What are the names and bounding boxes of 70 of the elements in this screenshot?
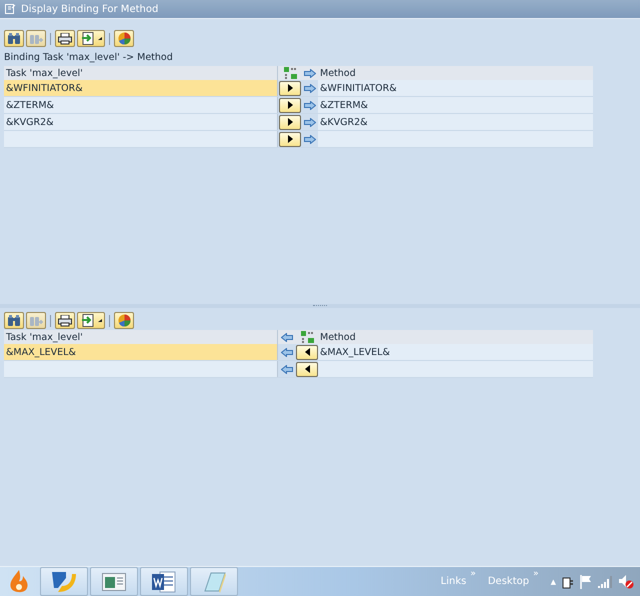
right-arrow-icon <box>304 118 316 126</box>
curved-arrow-icon <box>50 570 78 594</box>
binoculars-icon <box>7 32 21 45</box>
caret-icon <box>98 319 102 322</box>
transfer-button[interactable] <box>296 344 318 360</box>
right-arrow-icon <box>304 100 316 110</box>
taskbar-app-button[interactable] <box>40 567 88 596</box>
print-button[interactable] <box>55 30 75 47</box>
table-cell: &WFINITIATOR& <box>4 80 278 96</box>
printer-icon <box>58 32 72 44</box>
export-dropdown-button[interactable] <box>77 30 105 47</box>
flame-icon <box>9 570 29 594</box>
table-cell: &KVGR2& <box>318 114 593 130</box>
taskbar-app-button[interactable] <box>90 567 138 596</box>
signal-icon <box>598 576 612 588</box>
binding-caption: Binding Task 'max_level' -> Method <box>4 51 174 65</box>
right-arrow-icon <box>304 68 316 78</box>
table-cell: &ZTERM& <box>318 97 593 113</box>
transfer-button[interactable] <box>279 98 301 112</box>
print-button[interactable] <box>55 312 75 329</box>
transfer-button[interactable] <box>296 362 318 376</box>
chart-button[interactable] <box>114 30 134 47</box>
window-preview-icon <box>102 572 126 590</box>
right-arrow-icon <box>304 84 316 92</box>
transfer-button[interactable] <box>279 132 301 146</box>
play-icon <box>288 135 292 143</box>
find-button[interactable] <box>4 30 24 47</box>
column-header: Method <box>319 330 357 344</box>
table-cell: &WFINITIATOR& <box>318 80 593 96</box>
table-cell: &MAX_LEVEL& <box>318 344 593 360</box>
pie-chart-icon <box>118 32 130 45</box>
play-icon <box>288 84 292 92</box>
export-icon <box>80 314 94 327</box>
play-icon <box>288 101 292 109</box>
find-next-button[interactable] <box>26 312 46 329</box>
find-next-button[interactable] <box>26 30 46 47</box>
table-cell: &ZTERM& <box>4 97 278 113</box>
find-button[interactable] <box>4 312 24 329</box>
table-cell: &MAX_LEVEL& <box>4 344 278 360</box>
binoculars-icon <box>7 314 21 327</box>
play-icon <box>288 118 292 126</box>
document-icon <box>152 570 176 592</box>
toolbar-label[interactable]: Links <box>440 576 466 587</box>
export-icon <box>80 32 94 45</box>
printer-icon <box>58 314 72 326</box>
window-icon <box>5 4 16 14</box>
column-header: Method <box>319 66 357 80</box>
transfer-button[interactable] <box>279 80 301 96</box>
back-icon <box>304 365 310 373</box>
power-plug-icon <box>562 574 574 588</box>
grid-icon <box>284 67 296 79</box>
left-arrow-icon <box>281 348 293 356</box>
flag-icon <box>580 574 592 588</box>
left-arrow-icon <box>281 364 293 374</box>
table-cell: &KVGR2& <box>4 114 278 130</box>
muted-speaker-icon <box>618 574 634 589</box>
right-arrow-icon <box>304 134 316 144</box>
window-title: Display Binding For Method <box>21 4 158 14</box>
chevron-button[interactable]: » <box>470 569 476 579</box>
chevron-button[interactable]: » <box>533 569 539 579</box>
toolbar-label[interactable]: Desktop <box>488 576 530 587</box>
grid-icon <box>300 331 314 343</box>
taskbar-app-button[interactable] <box>140 567 188 596</box>
left-arrow-icon <box>281 332 293 342</box>
transfer-button[interactable] <box>279 114 301 130</box>
back-icon <box>304 348 310 356</box>
chart-button[interactable] <box>114 312 134 329</box>
pie-chart-icon <box>118 314 130 327</box>
export-dropdown-button[interactable] <box>77 312 105 329</box>
caret-icon <box>98 37 102 40</box>
